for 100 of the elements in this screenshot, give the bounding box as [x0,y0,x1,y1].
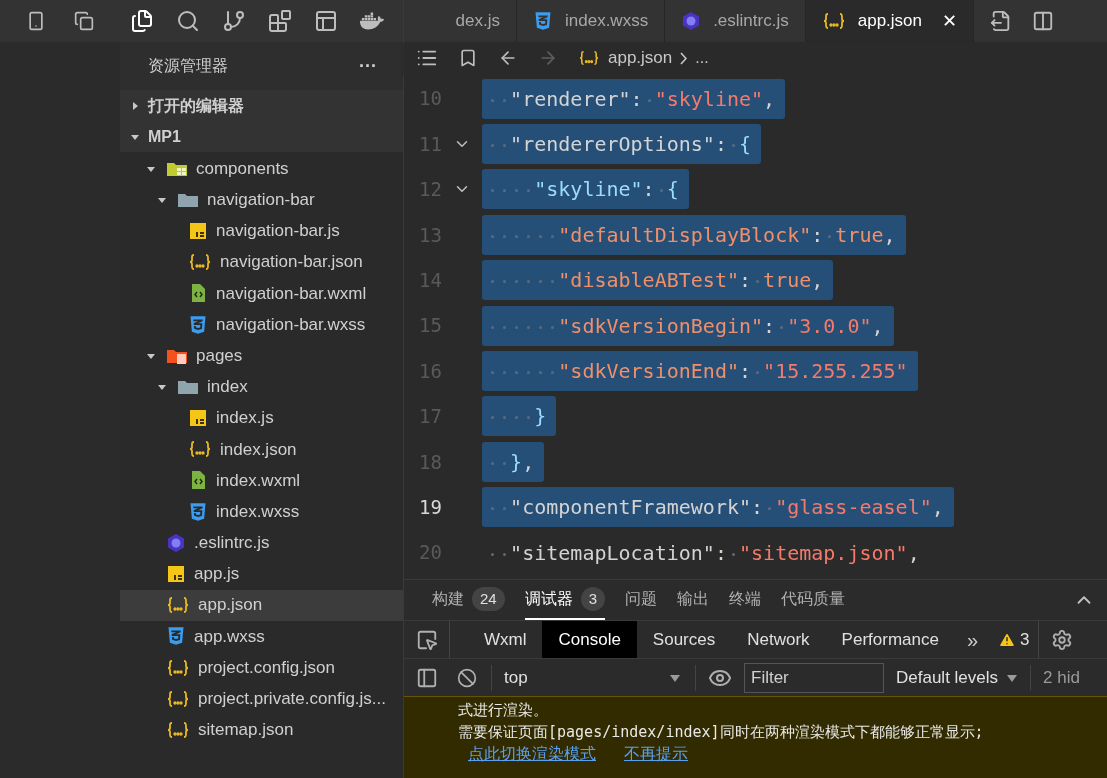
code-token: : [763,310,788,341]
tree-item[interactable]: .eslintrc.js [120,527,403,559]
tree-item[interactable]: app.js [120,558,403,590]
tree-item[interactable]: navigation-bar.wxss [120,308,403,341]
tree-item[interactable]: index [120,371,403,403]
levels-select[interactable]: Default levels [896,664,1032,691]
braces-icon [188,439,212,460]
blocks-icon[interactable] [268,9,292,33]
panel-tab[interactable]: 代码质量 [781,580,846,620]
close-button[interactable]: ✕ [942,7,957,35]
files-icon[interactable] [130,9,154,33]
tree-item[interactable]: app.json [120,589,403,621]
code-token: } [486,401,547,432]
code-token: "glass-easel" [775,494,932,522]
tree-item[interactable]: pages [120,340,403,372]
more-tabs-button[interactable]: » [954,621,991,658]
braces-icon [821,11,846,31]
devtools-tab[interactable]: Performance [825,621,955,658]
file-name: navigation-bar [207,189,315,212]
file-name: index.json [220,438,297,461]
file-export-icon[interactable] [990,10,1012,32]
file-name: index.wxss [216,500,300,523]
code-token: "renderer" [486,83,631,114]
code-token: : [714,537,739,568]
panel-tab[interactable]: 构建 24 [432,580,505,620]
clear-icon[interactable] [457,667,477,688]
chevron-right-icon [680,51,688,65]
breadcrumb-more[interactable]: ... [695,46,709,70]
css-icon [188,501,208,522]
layout-icon[interactable] [314,9,338,33]
section-label: 打开的编辑器 [148,95,244,116]
tree-item[interactable]: project.config.json [120,652,403,684]
devtools-tab[interactable]: Wxml [468,621,543,658]
file-name: app.js [194,563,240,586]
hexagon-icon [166,532,186,553]
section-header[interactable]: 打开的编辑器 [120,90,403,121]
tree-item[interactable]: index.wxss [120,496,403,528]
file-name: app.json [198,594,263,617]
tree-item[interactable]: navigation-bar.json [120,246,403,278]
css-icon [166,626,186,647]
editor-tab[interactable]: app.json ✕ [805,0,974,42]
tree-item[interactable]: index.json [120,433,403,465]
code-token: , [871,312,884,340]
tab-label: 调试器 [524,589,573,609]
settings-icon[interactable] [1050,628,1073,651]
file-name: index.wxml [216,469,301,492]
file-name: project.config.json [198,656,336,679]
tree-item[interactable]: navigation-bar.js [120,215,403,247]
code-token: { [739,131,752,159]
panel-tab[interactable]: 终端 [729,580,762,620]
file-name: navigation-bar.json [220,251,363,274]
console-link[interactable]: 点此切换渲染模式 [468,743,596,765]
search-icon[interactable] [176,9,200,33]
tree-item[interactable]: components [120,153,403,185]
split-icon[interactable] [1032,10,1054,32]
code-token: "skyline" [486,174,643,205]
tab-label: 输出 [677,589,710,609]
code-token: "disableABTest" [486,265,739,296]
devtools-tab[interactable]: Sources [636,621,732,658]
tab-label: 问题 [625,589,658,609]
phone-icon[interactable] [26,11,46,31]
sidebar-toggle-icon[interactable] [416,666,438,689]
panel-tab[interactable]: 问题 [625,580,658,620]
braces-icon [166,688,190,709]
tree-item[interactable]: index.js [120,402,403,434]
tab-label: dex.js [455,10,500,33]
tree-item[interactable]: navigation-bar.wxml [120,277,403,309]
code-token: "3.0.0" [787,312,872,340]
tab-label: index.wxss [565,10,649,33]
inspect-icon[interactable] [415,628,438,651]
tree-item[interactable]: project.private.config.js... [120,683,403,715]
more-button[interactable]: ··· [359,52,377,80]
code-token: "sitemapLocation" [486,537,715,568]
panel-tab[interactable]: 输出 [677,580,710,620]
section-header[interactable]: MP1 [120,121,403,152]
line-number: 19 [418,494,442,520]
tree-item[interactable]: sitemap.json [120,714,403,746]
count-badge: 3 [580,586,606,612]
console-link[interactable]: 不再提示 [624,743,688,765]
context-select[interactable]: top [491,664,696,691]
code-token: , [931,494,944,522]
warning-count[interactable]: 3 [1020,626,1030,653]
windows-icon[interactable] [74,11,94,31]
code-token: "sdkVersionEnd" [486,356,739,387]
tree-item[interactable]: navigation-bar [120,184,403,216]
file-name: index.js [216,407,274,430]
tree-item[interactable]: app.wxss [120,620,403,652]
code-token: "skyline" [654,85,764,113]
devtools-tab[interactable]: Console [542,621,637,658]
breadcrumb-file[interactable]: app.json [608,45,673,71]
code-token: "rendererOptions" [486,129,715,160]
devtools-tab[interactable]: Network [731,621,826,658]
code-token: , [763,85,776,113]
branch-icon[interactable] [222,9,246,33]
filter-field[interactable]: Filter [744,662,884,693]
section-label: MP1 [148,126,181,147]
tree-item[interactable]: index.wxml [120,464,403,497]
file-name: navigation-bar.js [216,220,340,243]
file-name: components [196,157,289,180]
bookmark-icon[interactable] [458,48,478,68]
